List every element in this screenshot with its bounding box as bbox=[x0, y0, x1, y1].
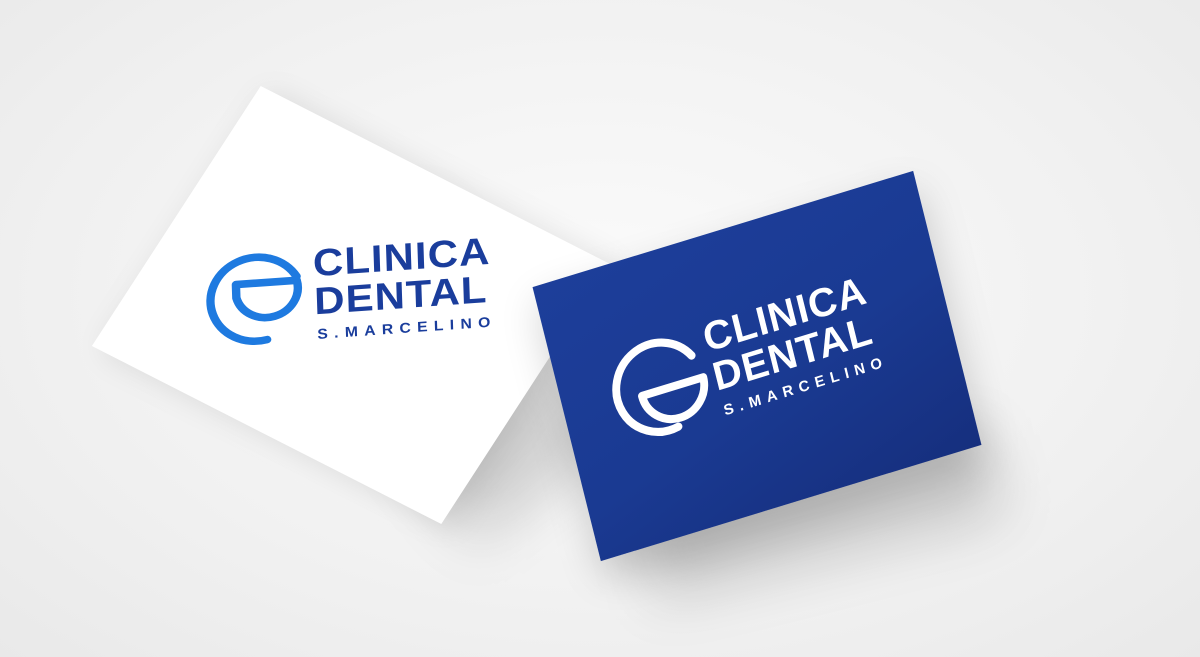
brand-wordmark: CLINICA DENTAL S.MARCELINO bbox=[312, 230, 497, 343]
blue-card-logo: CLINICA DENTAL S.MARCELINO bbox=[591, 241, 924, 477]
white-card-logo: CLINICA DENTAL S.MARCELINO bbox=[199, 212, 518, 377]
brand-wordmark: CLINICA DENTAL S.MARCELINO bbox=[699, 268, 890, 420]
cd-monogram-icon bbox=[206, 253, 302, 346]
business-card-mockup: CLINICA DENTAL S.MARCELINO CLINICA DENTA… bbox=[0, 0, 1200, 657]
